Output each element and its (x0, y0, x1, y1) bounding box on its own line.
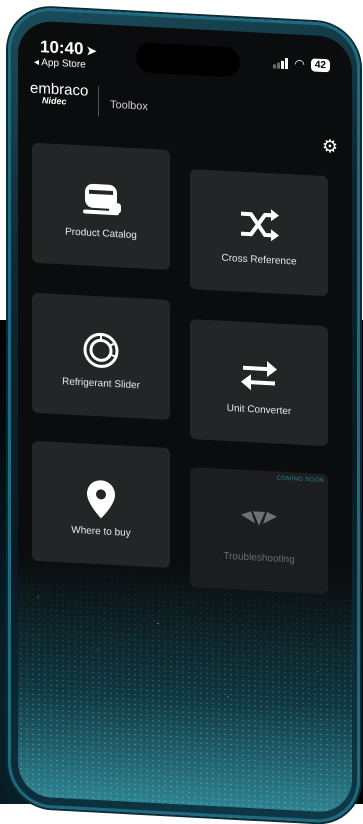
time-label: 10:40 (40, 37, 84, 59)
particle-decoration (18, 556, 352, 814)
brand-logo: embraco Nidec (30, 80, 88, 108)
dynamic-island (136, 42, 240, 78)
compressor-icon (77, 179, 125, 222)
location-pin-icon (77, 477, 125, 520)
slider-dial-icon (77, 329, 125, 372)
fan-icon (235, 503, 283, 546)
status-indicators: ◠ 42 (273, 55, 330, 72)
shuffle-icon (235, 205, 283, 248)
tile-product-catalog[interactable]: Product Catalog (32, 142, 170, 270)
cellular-signal-icon (273, 57, 289, 69)
tile-label: Troubleshooting (223, 550, 295, 566)
settings-gear-icon[interactable]: ⚙ (322, 136, 338, 158)
swap-arrows-icon (235, 355, 283, 398)
back-to-app-store[interactable]: ◂ App Store (34, 57, 86, 71)
tile-label: Where to buy (71, 524, 131, 539)
tile-unit-converter[interactable]: Unit Converter (190, 319, 328, 447)
tile-where-to-buy[interactable]: Where to buy (32, 440, 170, 568)
tile-refrigerant-slider[interactable]: Refrigerant Slider (32, 292, 170, 420)
page-title: Toolbox (110, 98, 148, 113)
header-divider (98, 86, 99, 117)
app-screen: 10:40 ➤ ◂ App Store ◠ 42 embraco Nidec To… (18, 20, 352, 814)
battery-indicator: 42 (310, 57, 330, 72)
tile-label: Refrigerant Slider (62, 376, 140, 392)
wifi-icon: ◠ (294, 56, 305, 72)
tile-label: Unit Converter (226, 402, 292, 418)
tile-cross-reference[interactable]: Cross Reference (190, 169, 328, 297)
tile-label: Product Catalog (65, 226, 137, 242)
coming-soon-badge: COMING SOON (276, 475, 324, 485)
location-arrow-icon: ➤ (86, 43, 97, 59)
tile-label: Cross Reference (221, 252, 297, 268)
tile-troubleshooting: COMING SOON Troubleshooting (190, 467, 328, 595)
